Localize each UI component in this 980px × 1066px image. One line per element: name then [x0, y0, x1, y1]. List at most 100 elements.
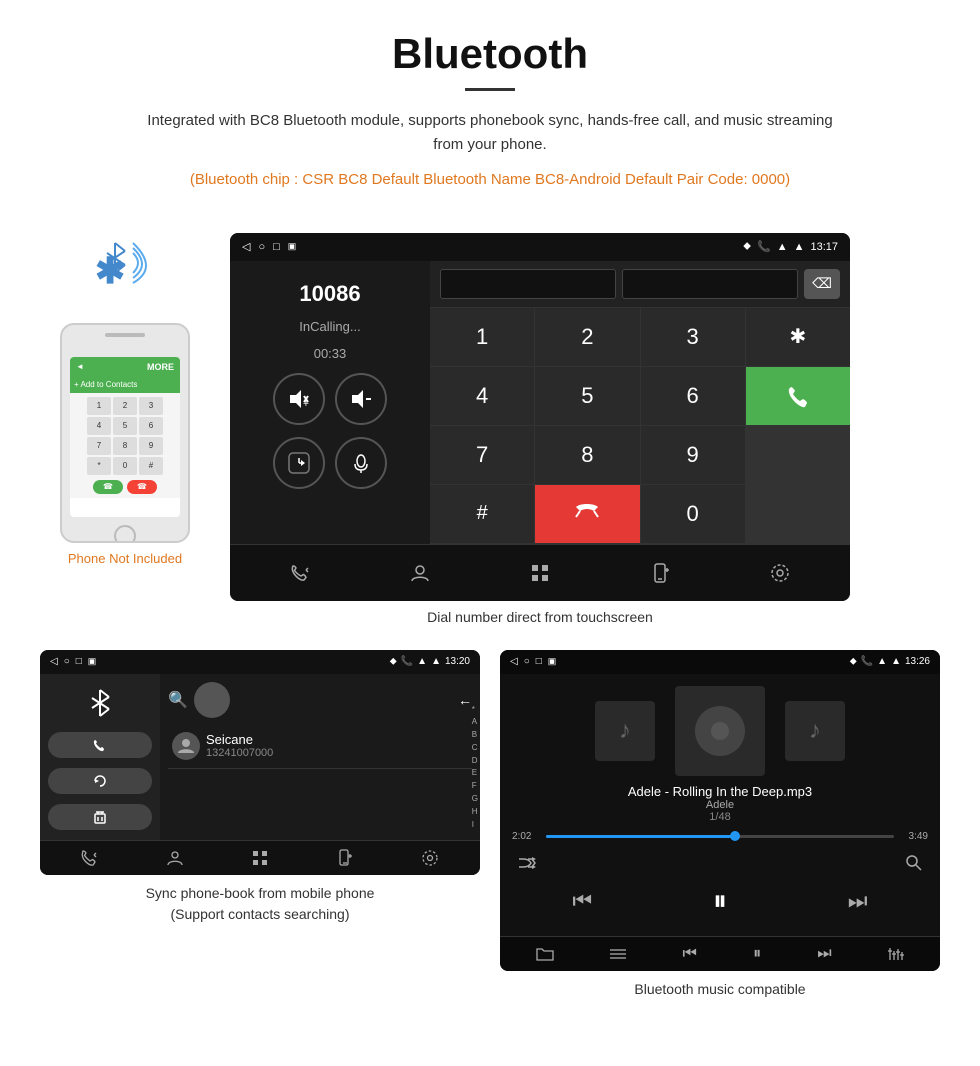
contacts-body: 🔍 ← *ABCDEFGHI — [40, 674, 480, 840]
svg-text:+: + — [303, 399, 309, 410]
key-3[interactable]: 3 — [641, 308, 745, 366]
key-6[interactable]: 6 — [641, 367, 745, 425]
delete-pill[interactable] — [48, 804, 152, 830]
key-4[interactable]: 4 — [430, 367, 534, 425]
time-current: 2:02 — [512, 831, 540, 842]
key-hash[interactable]: # — [430, 485, 534, 543]
volume-up-button[interactable]: + — [273, 373, 325, 425]
contacts-status-bar: ◁ ○ □ ▣ ⬥ 📞 ▲ ▲ 13:20 — [40, 650, 480, 674]
key-5[interactable]: 5 — [535, 367, 639, 425]
numpad-grid: 1 2 3 ✱ 4 5 6 7 — [430, 308, 850, 544]
phone-container: ✱ — [40, 233, 210, 566]
settings-icon[interactable] — [762, 555, 798, 591]
end-call-button[interactable] — [535, 485, 639, 543]
cb-grid-icon[interactable] — [251, 849, 269, 867]
music-caption: Bluetooth music compatible — [500, 971, 940, 1005]
phone-not-included-label: Phone Not Included — [68, 551, 182, 566]
key-0[interactable]: 0 — [641, 485, 745, 543]
recents-nav-icon: □ — [273, 241, 280, 253]
progress-dot[interactable] — [730, 831, 740, 841]
key-7[interactable]: 7 — [430, 426, 534, 484]
backspace-button[interactable]: ⌫ — [804, 269, 840, 299]
album-prev: ♪ — [595, 701, 655, 761]
contacts-caption: Sync phone-book from mobile phone (Suppo… — [40, 875, 480, 930]
calls-icon[interactable] — [282, 555, 318, 591]
cb-calls-icon[interactable] — [81, 849, 99, 867]
mb-next-icon[interactable]: ⏭ — [817, 945, 831, 963]
call-timer: 00:33 — [314, 346, 347, 361]
contacts-back-arrow[interactable]: ← — [458, 692, 472, 708]
contacts-wifi-icon: ▲ — [417, 656, 427, 667]
dial-caption: Dial number direct from touchscreen — [230, 601, 850, 640]
grid-icon[interactable] — [522, 555, 558, 591]
prev-button[interactable]: ⏮ — [572, 888, 592, 914]
key-2[interactable]: 2 — [535, 308, 639, 366]
contacts-screenshot-block: ◁ ○ □ ▣ ⬥ 📞 ▲ ▲ 13:20 — [40, 650, 480, 1005]
contacts-icon[interactable] — [402, 555, 438, 591]
next-button[interactable]: ⏭ — [848, 888, 868, 914]
middle-section: ✱ — [0, 213, 980, 650]
mute-button[interactable] — [335, 437, 387, 489]
phone-screen: ◄ MORE + Add to Contacts 123 456 789 — [70, 357, 180, 517]
page-description: Integrated with BC8 Bluetooth module, su… — [140, 109, 840, 157]
mb-folder-icon[interactable] — [536, 945, 554, 963]
dial-screen-container: ◁ ○ □ ▣ ⬥ 📞 ▲ ▲ 13:17 10086 InCa — [230, 233, 850, 640]
contacts-home-icon: ○ — [64, 656, 70, 667]
album-main — [675, 686, 765, 776]
contact-name: Seicane — [206, 732, 468, 747]
mb-eq-icon[interactable] — [888, 945, 904, 963]
music-search-button[interactable] — [906, 854, 922, 871]
bottom-screenshots: ◁ ○ □ ▣ ⬥ 📞 ▲ ▲ 13:20 — [0, 650, 980, 1025]
music-note-right: ♪ — [809, 717, 821, 745]
contacts-search-icon[interactable]: 🔍 — [168, 690, 188, 710]
song-title: Adele - Rolling In the Deep.mp3 — [628, 784, 812, 799]
contacts-screen: ◁ ○ □ ▣ ⬥ 📞 ▲ ▲ 13:20 — [40, 650, 480, 875]
dial-number: 10086 — [299, 281, 360, 307]
key-star[interactable]: ✱ — [746, 308, 850, 366]
contact-number: 13241007000 — [206, 747, 468, 759]
music-top-controls — [512, 850, 928, 871]
contact-row[interactable]: Seicane 13241007000 — [168, 724, 472, 769]
music-note-left: ♪ — [619, 717, 631, 745]
mb-prev-icon[interactable]: ⏮ — [682, 945, 696, 963]
time-total: 3:49 — [900, 831, 928, 842]
dial-input-row: ⌫ — [430, 261, 850, 308]
cb-device-icon[interactable] — [336, 849, 354, 867]
contacts-sidebar — [40, 674, 160, 840]
calling-status: InCalling... — [299, 319, 360, 334]
screenshot-nav-icon: ▣ — [288, 241, 297, 252]
key-1[interactable]: 1 — [430, 308, 534, 366]
call-button[interactable] — [746, 367, 850, 425]
device-icon[interactable] — [642, 555, 678, 591]
contacts-phone-icon: 📞 — [401, 656, 413, 667]
dial-bottom-bar — [230, 544, 850, 601]
shuffle-button[interactable] — [518, 854, 536, 870]
call-controls — [273, 437, 387, 489]
transfer-button[interactable] — [273, 437, 325, 489]
play-pause-button[interactable]: ⏸ — [713, 885, 727, 918]
refresh-pill[interactable] — [48, 768, 152, 794]
mb-play-icon[interactable]: ⏸ — [753, 945, 761, 963]
key-9[interactable]: 9 — [641, 426, 745, 484]
contacts-search-row: 🔍 ← — [168, 682, 472, 718]
music-phone-icon: 📞 — [861, 656, 873, 667]
status-time: 13:17 — [810, 241, 838, 253]
phone-pill[interactable] — [48, 732, 152, 758]
song-artist: Adele — [628, 799, 812, 811]
mb-list-icon[interactable] — [610, 945, 626, 963]
cb-contacts-icon[interactable] — [166, 849, 184, 867]
music-album-row: ♪ ♪ — [512, 686, 928, 776]
progress-bar[interactable] — [546, 835, 894, 838]
dial-input-box-2 — [622, 269, 798, 299]
key-8[interactable]: 8 — [535, 426, 639, 484]
music-progress-row: 2:02 3:49 — [512, 831, 928, 842]
music-screenshot-icon: ▣ — [548, 656, 557, 667]
signal-bars-icon: ▲ — [794, 241, 805, 253]
cb-settings-icon[interactable] — [421, 849, 439, 867]
location-icon: ⬥ — [743, 240, 751, 253]
title-divider — [465, 88, 515, 91]
volume-controls: + — [273, 373, 387, 425]
volume-down-button[interactable] — [335, 373, 387, 425]
music-screenshot-block: ◁ ○ □ ▣ ⬥ 📞 ▲ ▲ 13:26 — [500, 650, 940, 1005]
disc-inner — [711, 722, 729, 740]
